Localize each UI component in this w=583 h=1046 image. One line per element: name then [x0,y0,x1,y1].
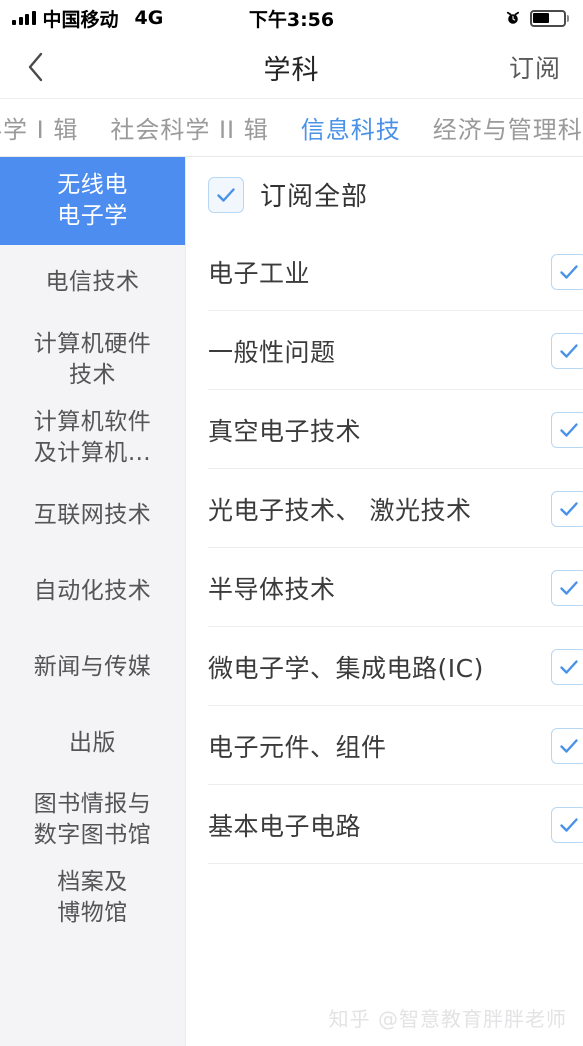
category-tab-bar[interactable]: 社会科学 I 辑 社会科学 II 辑 信息科技 经济与管理科学 [0,99,583,157]
check-icon [560,264,578,279]
subject-row-label: 真空电子技术 [208,416,362,446]
subscribe-action-button[interactable]: 订阅 [499,49,583,85]
watermark: 知乎 @智意教育胖胖老师 [328,1007,567,1031]
subscribe-all-row[interactable]: 订阅全部 [186,157,583,232]
check-icon [560,659,578,674]
subject-row-checkbox[interactable] [551,411,583,448]
subject-row[interactable]: 电子工业 [186,232,583,311]
sidebar-item-6[interactable]: 新闻与传媒 [0,629,185,705]
chevron-left-icon [28,52,42,82]
subject-row-checkbox[interactable] [551,648,583,685]
tab-3[interactable]: 经济与管理科学 [417,110,583,145]
network-type-label: 4G [134,7,164,29]
battery-icon [529,9,569,27]
body-split: 无线电 电子学电信技术计算机硬件 技术 计算机软件 及计算机… 互联网技术自动化技术新闻与… [0,157,583,1046]
subject-row-checkbox[interactable] [551,253,583,290]
back-button[interactable] [0,36,70,98]
sidebar-item-label: 图书情报与 数字图书馆 [33,791,152,849]
carrier-label: 中国移动 [42,8,119,31]
subject-content-panel: 订阅全部 电子工业一般性问题真空电子技术光电子技术、 激光技术 半导体技术微电子学… [186,157,583,1046]
sidebar-item-label: 自动化技术 [33,577,152,604]
status-bar-left: 中国移动 4G [12,5,163,32]
sidebar-item-label: 无线电 电子学 [57,171,128,229]
check-icon [560,501,578,516]
check-icon [217,187,235,202]
subject-row-label: 微电子学、集成电路(IC) [208,653,484,683]
subject-row[interactable]: 微电子学、集成电路(IC) [186,627,583,706]
signal-strength-icon [12,11,36,25]
page-title: 学科 [263,54,320,86]
subject-list: 电子工业一般性问题真空电子技术光电子技术、 激光技术 半导体技术微电子学、集成电路… [186,232,583,864]
check-icon [560,343,578,358]
sidebar-item-label: 新闻与传媒 [33,653,152,680]
tab-label: 社会科学 II 辑 [110,116,269,144]
check-icon [560,817,578,832]
subject-row-label: 光电子技术、 激光技术 [208,495,472,525]
subject-row[interactable]: 真空电子技术 [186,390,583,469]
nav-bar: 学科 订阅 [0,36,583,99]
subject-row-label: 一般性问题 [208,337,336,367]
sidebar-item-8[interactable]: 图书情报与 数字图书馆 [0,781,185,859]
check-icon [560,738,578,753]
tab-label: 社会科学 I 辑 [0,116,79,144]
alarm-clock-icon [506,11,519,24]
tab-strip: 社会科学 I 辑 社会科学 II 辑 信息科技 经济与管理科学 [0,110,583,145]
sidebar-item-1[interactable]: 电信技术 [0,245,185,321]
subject-row[interactable]: 基本电子电路 [186,785,583,864]
subject-row[interactable]: 一般性问题 [186,311,583,390]
subject-row-checkbox[interactable] [551,806,583,843]
sidebar-item-3[interactable]: 计算机软件 及计算机… [0,399,185,477]
subject-row-checkbox[interactable] [551,727,583,764]
subject-row-checkbox[interactable] [551,569,583,606]
tab-2[interactable]: 信息科技 [285,110,417,145]
sidebar-item-label: 计算机软件 及计算机… [33,409,152,467]
subject-row-checkbox[interactable] [551,332,583,369]
sidebar-item-5[interactable]: 自动化技术 [0,553,185,629]
subject-row-checkbox[interactable] [551,490,583,527]
subject-row-label: 电子元件、组件 [208,732,387,762]
tab-label: 经济与管理科学 [432,116,583,144]
status-bar: 中国移动 4G 下午3:56 [0,0,583,36]
sidebar-item-label: 出版 [69,729,116,756]
subject-row-label: 电子工业 [208,258,311,288]
sidebar-item-7[interactable]: 出版 [0,705,185,781]
sidebar-item-label: 电信技术 [45,269,140,296]
tab-label: 信息科技 [300,116,401,144]
check-icon [560,580,578,595]
sidebar-item-0[interactable]: 无线电 电子学 [0,157,185,245]
sidebar-item-4[interactable]: 互联网技术 [0,477,185,553]
subject-sidebar[interactable]: 无线电 电子学电信技术计算机硬件 技术 计算机软件 及计算机… 互联网技术自动化技术新闻与… [0,157,186,1046]
tab-1[interactable]: 社会科学 II 辑 [94,110,284,145]
subject-row[interactable]: 电子元件、组件 [186,706,583,785]
sidebar-item-label: 计算机硬件 技术 [33,331,152,389]
status-bar-right [505,9,569,27]
subject-row[interactable]: 光电子技术、 激光技术 [186,469,583,548]
sidebar-item-9[interactable]: 档案及 博物馆 [0,859,185,937]
subject-row-label: 半导体技术 [208,574,336,604]
app-root: 中国移动 4G 下午3:56 学科 订阅 社会科学 I [0,0,583,1046]
subject-row-label: 基本电子电路 [208,811,362,841]
subscribe-all-checkbox[interactable] [208,176,244,213]
sidebar-item-2[interactable]: 计算机硬件 技术 [0,321,185,399]
subject-row[interactable]: 半导体技术 [186,548,583,627]
sidebar-item-label: 档案及 博物馆 [57,869,128,927]
check-icon [560,422,578,437]
subscribe-all-label: 订阅全部 [260,182,369,212]
tab-0[interactable]: 社会科学 I 辑 [0,110,94,145]
sidebar-item-label: 互联网技术 [33,501,152,528]
